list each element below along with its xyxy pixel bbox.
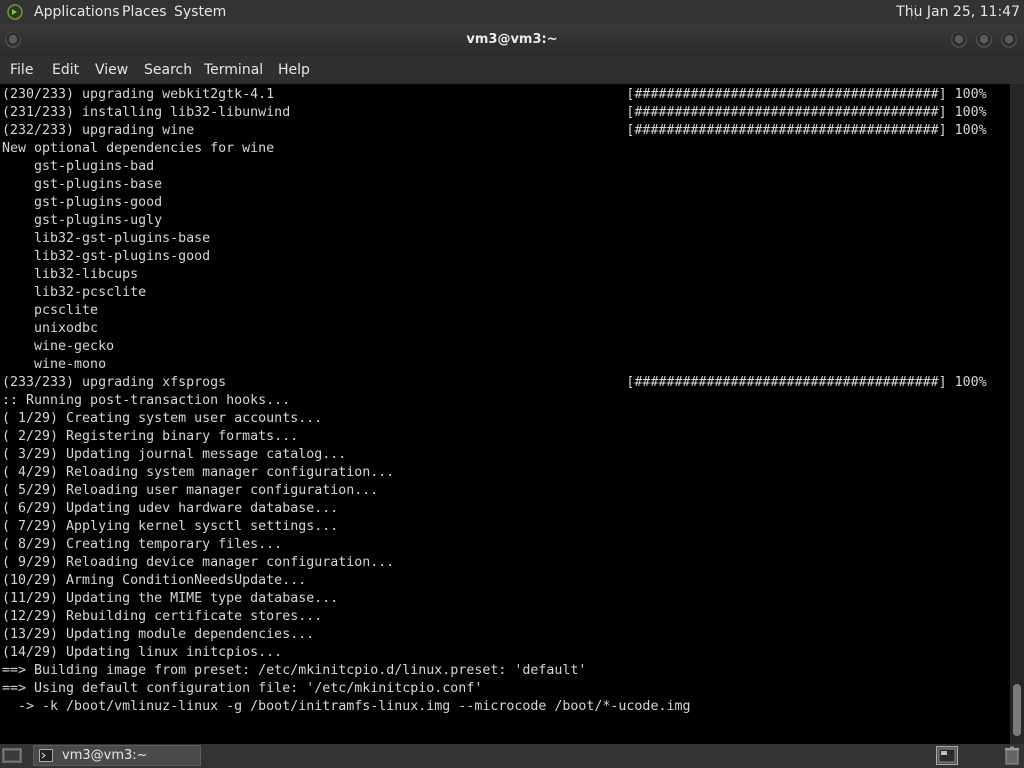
terminal-line: (232/233) upgrading wine [##############… [2,123,987,138]
taskbar-item-terminal[interactable]: vm3@vm3:~ [33,745,201,766]
menu-view[interactable]: View [95,62,128,78]
terminal-line: ( 5/29) Reloading user manager configura… [2,483,379,498]
menu-edit[interactable]: Edit [52,62,79,78]
terminal-text: (230/233) upgrading webkit2gtk-4.1 [####… [2,86,987,716]
places-menu[interactable]: Places [122,4,167,20]
terminal-line: (233/233) upgrading xfsprogs [##########… [2,375,987,390]
terminal-output[interactable]: (230/233) upgrading webkit2gtk-4.1 [####… [0,84,1010,744]
terminal-line: gst-plugins-bad [2,159,155,174]
terminal-line: ==> Using default configuration file: '/… [2,681,483,696]
terminal-line: lib32-gst-plugins-base [2,231,211,246]
menu-help[interactable]: Help [278,62,310,78]
terminal-line: ( 1/29) Creating system user accounts... [2,411,323,426]
terminal-line: ( 4/29) Reloading system manager configu… [2,465,395,480]
system-menu[interactable]: System [174,4,226,20]
terminal-line: :: Running post-transaction hooks... [2,393,291,408]
terminal-line: (230/233) upgrading webkit2gtk-4.1 [####… [2,87,987,102]
menu-terminal[interactable]: Terminal [204,62,263,78]
terminal-line: (14/29) Updating linux initcpios... [2,645,283,660]
menu-search[interactable]: Search [144,62,192,78]
workspace-icon[interactable] [936,746,958,765]
show-desktop-icon[interactable] [2,747,22,764]
terminal-line: ( 2/29) Registering binary formats... [2,429,299,444]
window-title: vm3@vm3:~ [466,32,558,47]
clock[interactable]: Thu Jan 25, 11:47 [896,4,1020,20]
terminal-line: unixodbc [2,321,99,336]
terminal-line: ==> Building image from preset: /etc/mki… [2,663,587,678]
terminal-line: gst-plugins-base [2,177,163,192]
terminal-scrollbar[interactable] [1010,84,1024,744]
maximize-icon[interactable] [976,32,992,48]
taskbar-item-label: vm3@vm3:~ [62,748,148,763]
bottom-panel: vm3@vm3:~ [0,744,1024,768]
terminal-line: New optional dependencies for wine [2,141,275,156]
trash-icon[interactable] [1004,746,1020,765]
applications-menu[interactable]: Applications [34,4,120,20]
window-titlebar[interactable]: vm3@vm3:~ [0,24,1024,56]
terminal-line: lib32-libcups [2,267,139,282]
terminal-line: -> -k /boot/vmlinuz-linux -g /boot/initr… [2,699,691,714]
scrollbar-thumb[interactable] [1013,684,1021,736]
minimize-icon[interactable] [951,32,967,48]
terminal-line: (231/233) installing lib32-libunwind [##… [2,105,987,120]
terminal-line: gst-plugins-good [2,195,163,210]
terminal-line: (13/29) Updating module dependencies... [2,627,315,642]
terminal-line: ( 3/29) Updating journal message catalog… [2,447,347,462]
terminal-line: gst-plugins-ugly [2,213,163,228]
terminal-line: pcsclite [2,303,99,318]
terminal-line: (12/29) Rebuilding certificate stores... [2,609,323,624]
terminal-line: wine-gecko [2,339,115,354]
terminal-line: (10/29) Arming ConditionNeedsUpdate... [2,573,307,588]
terminal-line: lib32-pcsclite [2,285,147,300]
terminal-line: ( 6/29) Updating udev hardware database.… [2,501,339,516]
terminal-line: ( 8/29) Creating temporary files... [2,537,283,552]
menubar: File Edit View Search Terminal Help [0,56,1024,84]
top-panel: Applications Places System Thu Jan 25, 1… [0,0,1024,24]
menu-file[interactable]: File [10,62,33,78]
terminal-line: lib32-gst-plugins-good [2,249,211,264]
terminal-line: wine-mono [2,357,107,372]
distro-logo-icon[interactable] [7,4,23,20]
terminal-line: ( 7/29) Applying kernel sysctl settings.… [2,519,339,534]
terminal-line: (11/29) Updating the MIME type database.… [2,591,339,606]
close-icon[interactable] [1001,32,1017,48]
terminal-line: ( 9/29) Reloading device manager configu… [2,555,395,570]
terminal-icon [39,749,53,762]
